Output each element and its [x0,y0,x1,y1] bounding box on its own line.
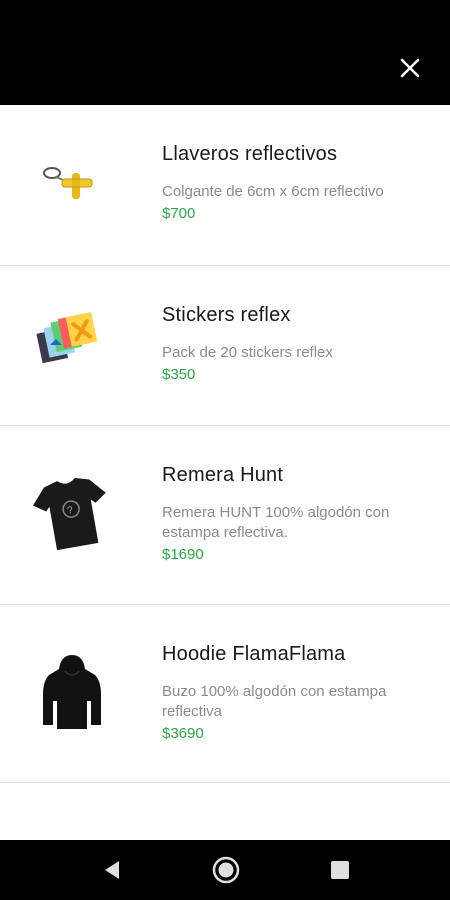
back-triangle-icon[interactable] [100,858,124,882]
home-circle-icon[interactable] [212,856,240,884]
product-item-hoodie[interactable]: Hoodie FlamaFlama Buzo 100% algodón con … [0,605,450,783]
product-description: Remera HUNT 100% algodón con estampa ref… [162,504,390,541]
product-item-stickers[interactable]: Stickers reflex Pack de 20 stickers refl… [0,266,450,426]
keychain-image [22,131,122,231]
stickers-image [22,288,122,388]
product-price: $1690 [162,546,204,563]
tshirt-image: ? [22,464,122,564]
product-title: Stickers reflex [162,304,291,326]
product-description: Colgante de 6cm x 6cm reflectivo [162,183,384,200]
product-description: Pack de 20 stickers reflex [162,344,333,361]
product-title: Hoodie FlamaFlama [162,643,346,665]
hoodie-image [22,641,122,741]
product-title: Llaveros reflectivos [162,143,338,165]
top-bar [0,0,450,105]
product-item-remera[interactable]: ? Remera Hunt Remera HUNT 100% algodón c… [0,426,450,605]
product-price: $700 [162,205,196,222]
product-description: Buzo 100% algodón con estampa reflectiva [162,683,387,720]
product-list: Llaveros reflectivos Colgante de 6cm x 6… [0,105,450,783]
product-item-llaveros[interactable]: Llaveros reflectivos Colgante de 6cm x 6… [0,105,450,266]
product-price: $350 [162,366,196,383]
close-icon[interactable] [398,56,422,80]
product-price: $3690 [162,725,204,742]
product-title: Remera Hunt [162,464,284,486]
system-nav-bar [0,840,450,900]
recents-square-icon[interactable] [328,858,352,882]
